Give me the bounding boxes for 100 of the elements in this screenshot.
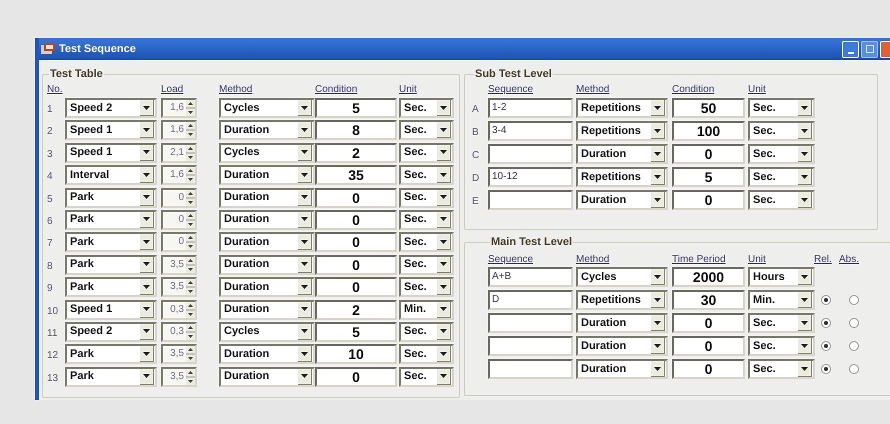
condition-field[interactable]: 2: [315, 142, 397, 163]
unit-dropdown[interactable]: Sec.: [748, 144, 815, 164]
method-dropdown[interactable]: Duration: [576, 359, 668, 379]
unit-dropdown[interactable]: Sec.: [748, 336, 815, 356]
load-spinner[interactable]: 0,3: [161, 300, 197, 320]
condition-field[interactable]: 0: [672, 144, 745, 164]
step-dropdown[interactable]: Park: [65, 344, 157, 364]
column-header[interactable]: Method: [576, 254, 610, 265]
unit-dropdown[interactable]: Sec.: [399, 232, 454, 252]
load-spinner[interactable]: 1,6: [161, 120, 197, 140]
unit-dropdown[interactable]: Sec.: [399, 120, 454, 140]
condition-field[interactable]: 0: [315, 366, 397, 387]
unit-dropdown[interactable]: Sec.: [399, 366, 454, 387]
unit-dropdown[interactable]: Sec.: [748, 359, 815, 379]
load-spinner[interactable]: 0: [161, 188, 197, 208]
condition-field[interactable]: 50: [672, 98, 745, 118]
method-dropdown[interactable]: Duration: [576, 144, 668, 164]
method-dropdown[interactable]: Cycles: [576, 267, 668, 287]
method-dropdown[interactable]: Repetitions: [576, 98, 668, 118]
time-period-field[interactable]: 0: [672, 313, 745, 333]
column-header[interactable]: Condition: [672, 84, 714, 95]
time-period-field[interactable]: 30: [672, 290, 745, 310]
method-dropdown[interactable]: Cycles: [219, 98, 315, 118]
unit-dropdown[interactable]: Sec.: [748, 98, 815, 118]
sequence-field[interactable]: D: [488, 290, 573, 310]
condition-field[interactable]: 5: [315, 98, 397, 118]
condition-field[interactable]: 8: [315, 120, 397, 140]
load-spinner[interactable]: 0,3: [161, 322, 197, 342]
column-header[interactable]: Sequence: [488, 254, 534, 265]
condition-field[interactable]: 35: [315, 165, 397, 186]
unit-dropdown[interactable]: Min.: [399, 300, 454, 320]
load-spinner[interactable]: 0: [161, 232, 197, 252]
method-dropdown[interactable]: Duration: [219, 165, 315, 186]
column-header[interactable]: No.: [47, 84, 63, 95]
unit-dropdown[interactable]: Sec.: [748, 313, 815, 333]
time-period-field[interactable]: 2000: [672, 267, 745, 287]
unit-dropdown[interactable]: Sec.: [399, 254, 454, 275]
step-dropdown[interactable]: Speed 1: [65, 142, 157, 163]
method-dropdown[interactable]: Duration: [219, 188, 315, 208]
method-dropdown[interactable]: Duration: [219, 120, 315, 140]
step-dropdown[interactable]: Park: [65, 254, 157, 275]
condition-field[interactable]: 0: [672, 190, 745, 210]
sequence-field[interactable]: 10-12: [488, 167, 573, 187]
condition-field[interactable]: 5: [315, 322, 397, 342]
step-dropdown[interactable]: Park: [65, 232, 157, 252]
step-dropdown[interactable]: Speed 1: [65, 300, 157, 320]
step-dropdown[interactable]: Park: [65, 188, 157, 208]
column-header[interactable]: Condition: [315, 84, 358, 95]
load-spinner[interactable]: 3,5: [161, 254, 197, 275]
method-dropdown[interactable]: Duration: [219, 254, 315, 275]
condition-field[interactable]: 0: [315, 210, 397, 230]
method-dropdown[interactable]: Repetitions: [576, 167, 668, 187]
method-dropdown[interactable]: Cycles: [219, 322, 315, 342]
method-dropdown[interactable]: Duration: [219, 300, 315, 320]
unit-dropdown[interactable]: Min.: [748, 290, 815, 310]
unit-dropdown[interactable]: Sec.: [399, 98, 454, 118]
condition-field[interactable]: 2: [315, 300, 397, 320]
condition-field[interactable]: 0: [315, 254, 397, 275]
method-dropdown[interactable]: Duration: [219, 366, 315, 387]
condition-field[interactable]: 10: [315, 344, 397, 364]
condition-field[interactable]: 0: [315, 277, 397, 298]
load-spinner[interactable]: 3,5: [161, 277, 197, 298]
column-header[interactable]: Time Period: [672, 254, 726, 265]
unit-dropdown[interactable]: Sec.: [399, 277, 454, 298]
method-dropdown[interactable]: Duration: [219, 344, 315, 364]
method-dropdown[interactable]: Duration: [219, 210, 315, 230]
method-dropdown[interactable]: Cycles: [219, 142, 315, 163]
sequence-field[interactable]: 1-2: [488, 98, 573, 118]
step-dropdown[interactable]: Park: [65, 277, 157, 298]
step-dropdown[interactable]: Park: [65, 366, 157, 387]
unit-dropdown[interactable]: Hours: [748, 267, 815, 287]
column-header[interactable]: Rel.: [814, 254, 832, 265]
time-period-field[interactable]: 0: [672, 359, 745, 379]
unit-dropdown[interactable]: Sec.: [399, 210, 454, 230]
unit-dropdown[interactable]: Sec.: [748, 121, 815, 141]
method-dropdown[interactable]: Duration: [576, 336, 668, 356]
load-spinner[interactable]: 3,5: [161, 344, 197, 364]
column-header[interactable]: Abs.: [839, 254, 860, 265]
step-dropdown[interactable]: Interval: [65, 165, 157, 186]
method-dropdown[interactable]: Duration: [576, 190, 668, 210]
condition-field[interactable]: 0: [315, 232, 397, 252]
unit-dropdown[interactable]: Sec.: [399, 322, 454, 342]
column-header[interactable]: Unit: [748, 84, 766, 95]
method-dropdown[interactable]: Repetitions: [576, 290, 668, 310]
method-dropdown[interactable]: Duration: [576, 313, 668, 333]
load-spinner[interactable]: 1,6: [161, 98, 197, 118]
method-dropdown[interactable]: Duration: [219, 277, 315, 298]
column-header[interactable]: Method: [219, 84, 252, 95]
unit-dropdown[interactable]: Sec.: [748, 190, 815, 210]
condition-field[interactable]: 5: [672, 167, 745, 187]
sequence-field[interactable]: A+B: [488, 267, 573, 287]
step-dropdown[interactable]: Speed 1: [65, 120, 157, 140]
unit-dropdown[interactable]: Sec.: [399, 165, 454, 186]
load-spinner[interactable]: 0: [161, 210, 197, 230]
unit-dropdown[interactable]: Sec.: [399, 188, 454, 208]
load-spinner[interactable]: 3,5: [161, 366, 197, 387]
step-dropdown[interactable]: Speed 2: [65, 98, 157, 118]
step-dropdown[interactable]: Park: [65, 210, 157, 230]
unit-dropdown[interactable]: Sec.: [399, 142, 454, 163]
column-header[interactable]: Load: [161, 84, 184, 95]
